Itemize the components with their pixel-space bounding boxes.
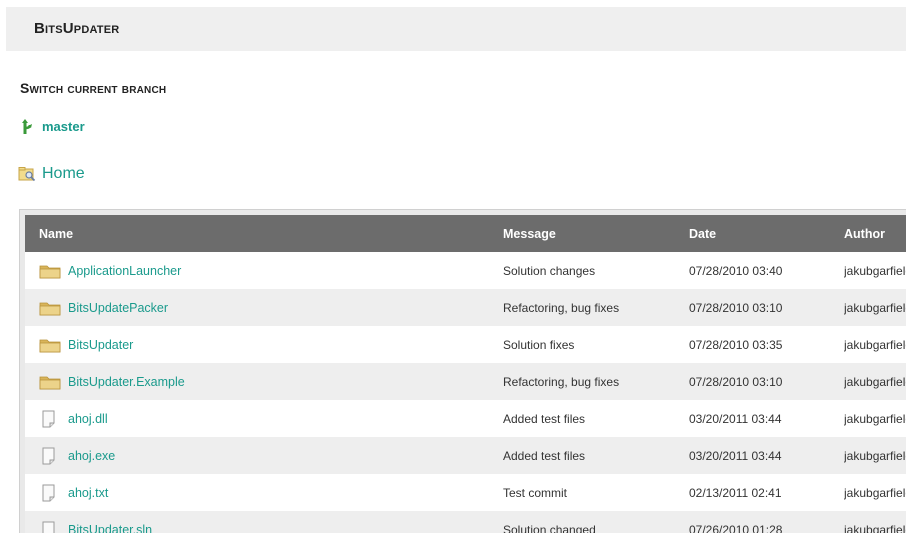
file-name-link[interactable]: ApplicationLauncher	[68, 264, 181, 278]
cell-date: 07/28/2010 03:40	[689, 263, 783, 278]
cell-name: ahoj.exe	[25, 437, 503, 474]
cell-name: BitsUpdater	[25, 326, 503, 363]
branch-link-master[interactable]: master	[20, 117, 85, 135]
file-icon	[39, 447, 61, 465]
breadcrumb-home-label: Home	[42, 165, 85, 182]
cell-author: jakubgarfield	[844, 411, 906, 426]
cell-date: 07/28/2010 03:10	[689, 300, 783, 315]
table-header-row: Name Message Date Author	[25, 215, 906, 252]
cell-name: BitsUpdatePacker	[25, 289, 503, 326]
folder-icon	[39, 336, 61, 354]
column-header-message[interactable]: Message	[503, 215, 689, 252]
file-name-link[interactable]: BitsUpdater.sln	[68, 523, 152, 533]
cell-name: ahoj.dll	[25, 400, 503, 437]
name-cell-wrap: ApplicationLauncher	[25, 262, 503, 280]
cell-name: ahoj.txt	[25, 474, 503, 511]
name-cell-wrap: BitsUpdater.sln	[25, 521, 503, 533]
cell-date: 07/26/2010 01:28	[689, 522, 783, 533]
file-name-link[interactable]: ahoj.dll	[68, 412, 108, 426]
cell-message: Solution fixes	[503, 337, 575, 352]
folder-icon	[39, 299, 61, 317]
name-cell-wrap: ahoj.txt	[25, 484, 503, 502]
folder-search-icon	[18, 167, 36, 182]
file-icon	[39, 410, 61, 428]
cell-message: Refactoring, bug fixes	[503, 300, 620, 315]
file-name-link[interactable]: BitsUpdater.Example	[68, 375, 185, 389]
file-icon	[39, 521, 61, 533]
cell-message: Added test files	[503, 411, 586, 426]
cell-author: jakubgarfield	[844, 485, 906, 500]
cell-author: jakubgarfield	[844, 522, 906, 533]
cell-author: jakubgarfield	[844, 337, 906, 352]
cell-author: jakubgarfield	[844, 448, 906, 463]
name-cell-wrap: ahoj.exe	[25, 447, 503, 465]
cell-message: Added test files	[503, 448, 586, 463]
cell-author: jakubgarfield	[844, 300, 906, 315]
name-cell-wrap: ahoj.dll	[25, 410, 503, 428]
file-table: Name Message Date Author ApplicationLaun…	[25, 215, 906, 533]
repository-header: BitsUpdater	[6, 7, 906, 51]
cell-date: 07/28/2010 03:10	[689, 374, 783, 389]
table-row[interactable]: BitsUpdater.sln Solution changed 07/26/201…	[25, 511, 906, 533]
repository-title: BitsUpdater	[34, 20, 120, 37]
table-row[interactable]: ApplicationLauncher Solution changes 07/28…	[25, 252, 906, 289]
table-row[interactable]: BitsUpdater.Example Refactoring, bug fixe…	[25, 363, 906, 400]
cell-name: BitsUpdater.sln	[25, 511, 503, 533]
cell-date: 03/20/2011 03:44	[689, 448, 782, 463]
cell-author: jakubgarfield	[844, 374, 906, 389]
file-name-link[interactable]: BitsUpdater	[68, 338, 133, 352]
table-row[interactable]: ahoj.dll Added test files 03/20/2011 03:44…	[25, 400, 906, 437]
name-cell-wrap: BitsUpdatePacker	[25, 299, 503, 317]
table-row[interactable]: BitsUpdater Solution fixes 07/28/2010 03:3…	[25, 326, 906, 363]
file-name-link[interactable]: ahoj.txt	[68, 486, 108, 500]
file-name-link[interactable]: ahoj.exe	[68, 449, 115, 463]
folder-icon	[39, 373, 61, 391]
cell-date: 07/28/2010 03:35	[689, 337, 783, 352]
cell-date: 02/13/2011 02:41	[689, 485, 782, 500]
cell-name: ApplicationLauncher	[25, 252, 503, 289]
file-name-link[interactable]: BitsUpdatePacker	[68, 301, 168, 315]
cell-message: Solution changed	[503, 522, 596, 533]
current-branch-label: master	[42, 118, 85, 134]
column-header-name[interactable]: Name	[25, 215, 503, 252]
branch-icon	[22, 119, 32, 134]
cell-date: 03/20/2011 03:44	[689, 411, 782, 426]
cell-message: Solution changes	[503, 263, 596, 278]
breadcrumb-home[interactable]: Home	[18, 163, 85, 185]
column-header-date[interactable]: Date	[689, 215, 844, 252]
table-row[interactable]: ahoj.exe Added test files 03/20/2011 03:44…	[25, 437, 906, 474]
cell-author: jakubgarfield	[844, 263, 906, 278]
file-icon	[39, 484, 61, 502]
switch-branch-heading: Switch current branch	[20, 80, 167, 96]
folder-icon	[39, 262, 61, 280]
cell-message: Refactoring, bug fixes	[503, 374, 620, 389]
table-row[interactable]: BitsUpdatePacker Refactoring, bug fixes 07…	[25, 289, 906, 326]
column-header-author[interactable]: Author	[844, 215, 906, 252]
table-row[interactable]: ahoj.txt Test commit 02/13/2011 02:41 jakub…	[25, 474, 906, 511]
cell-message: Test commit	[503, 485, 568, 500]
name-cell-wrap: BitsUpdater	[25, 336, 503, 354]
file-table-container: Name Message Date Author ApplicationLaun…	[19, 209, 906, 533]
name-cell-wrap: BitsUpdater.Example	[25, 373, 503, 391]
cell-name: BitsUpdater.Example	[25, 363, 503, 400]
